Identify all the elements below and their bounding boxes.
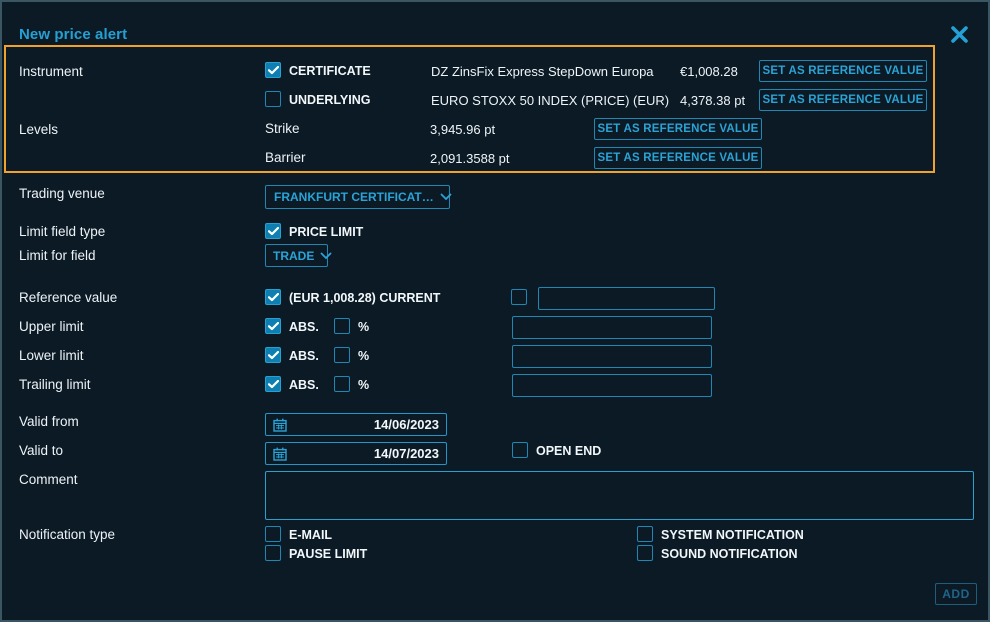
lower-limit-abs-label: ABS. bbox=[289, 349, 319, 363]
barrier-value: 2,091.3588 pt bbox=[430, 151, 510, 166]
new-price-alert-dialog: New price alert Instrument Levels CERTIF… bbox=[0, 0, 990, 622]
chevron-down-icon bbox=[320, 252, 332, 260]
strike-set-reference-button[interactable]: SET AS REFERENCE VALUE bbox=[594, 118, 762, 140]
add-button[interactable]: ADD bbox=[935, 583, 977, 605]
upper-limit-abs-checkbox[interactable] bbox=[265, 318, 281, 334]
reference-current-checkbox-label: (EUR 1,008.28) CURRENT bbox=[289, 291, 440, 305]
check-icon bbox=[268, 322, 279, 331]
upper-limit-pct-checkbox[interactable] bbox=[334, 318, 350, 334]
lower-limit-input[interactable] bbox=[512, 345, 712, 368]
check-icon bbox=[268, 227, 279, 236]
limit-for-field-label: Limit for field bbox=[19, 248, 96, 263]
reference-value-label: Reference value bbox=[19, 290, 117, 305]
trailing-limit-abs-checkbox[interactable] bbox=[265, 376, 281, 392]
barrier-label: Barrier bbox=[265, 150, 306, 165]
comment-label: Comment bbox=[19, 472, 78, 487]
trading-venue-label: Trading venue bbox=[19, 186, 105, 201]
upper-limit-pct-label: % bbox=[358, 320, 369, 334]
certificate-set-reference-button[interactable]: SET AS REFERENCE VALUE bbox=[759, 60, 927, 82]
valid-from-value: 14/06/2023 bbox=[374, 417, 439, 432]
barrier-set-reference-button[interactable]: SET AS REFERENCE VALUE bbox=[594, 147, 762, 169]
upper-limit-label: Upper limit bbox=[19, 319, 84, 334]
reference-current-checkbox[interactable] bbox=[265, 289, 281, 305]
underlying-checkbox[interactable] bbox=[265, 91, 281, 107]
pause-limit-checkbox[interactable] bbox=[265, 545, 281, 561]
open-end-checkbox-label: OPEN END bbox=[536, 444, 601, 458]
valid-to-value: 14/07/2023 bbox=[374, 446, 439, 461]
calendar-icon bbox=[273, 418, 287, 432]
open-end-checkbox[interactable] bbox=[512, 442, 528, 458]
chevron-down-icon bbox=[440, 193, 452, 201]
check-icon bbox=[268, 293, 279, 302]
trailing-limit-input[interactable] bbox=[512, 374, 712, 397]
page-title: New price alert bbox=[19, 26, 127, 43]
price-limit-checkbox-label: PRICE LIMIT bbox=[289, 225, 363, 239]
price-limit-checkbox[interactable] bbox=[265, 223, 281, 239]
notification-type-label: Notification type bbox=[19, 527, 115, 542]
levels-label: Levels bbox=[19, 122, 58, 137]
underlying-checkbox-label: UNDERLYING bbox=[289, 93, 371, 107]
certificate-checkbox-label: CERTIFICATE bbox=[289, 64, 371, 78]
system-notification-checkbox[interactable] bbox=[637, 526, 653, 542]
pause-limit-checkbox-label: PAUSE LIMIT bbox=[289, 547, 367, 561]
email-checkbox[interactable] bbox=[265, 526, 281, 542]
trading-venue-dropdown[interactable]: FRANKFURT CERTIFICAT… bbox=[265, 185, 450, 209]
calendar-icon bbox=[273, 447, 287, 461]
valid-to-label: Valid to bbox=[19, 443, 63, 458]
limit-for-field-selected: TRADE bbox=[273, 249, 314, 263]
certificate-checkbox[interactable] bbox=[265, 62, 281, 78]
instrument-label: Instrument bbox=[19, 64, 83, 79]
system-notification-checkbox-label: SYSTEM NOTIFICATION bbox=[661, 528, 804, 542]
underlying-set-reference-button[interactable]: SET AS REFERENCE VALUE bbox=[759, 89, 927, 111]
strike-label: Strike bbox=[265, 121, 300, 136]
trading-venue-selected: FRANKFURT CERTIFICAT… bbox=[274, 190, 434, 204]
close-icon[interactable] bbox=[949, 24, 970, 45]
valid-from-datefield[interactable]: 14/06/2023 bbox=[265, 413, 447, 436]
valid-to-datefield[interactable]: 14/07/2023 bbox=[265, 442, 447, 465]
limit-field-type-label: Limit field type bbox=[19, 224, 105, 239]
check-icon bbox=[268, 66, 279, 75]
sound-notification-checkbox[interactable] bbox=[637, 545, 653, 561]
trailing-limit-label: Trailing limit bbox=[19, 377, 91, 392]
valid-from-label: Valid from bbox=[19, 414, 79, 429]
email-checkbox-label: E-MAIL bbox=[289, 528, 332, 542]
underlying-price: 4,378.38 pt bbox=[680, 93, 745, 108]
trailing-limit-pct-checkbox[interactable] bbox=[334, 376, 350, 392]
certificate-price: €1,008.28 bbox=[680, 64, 738, 79]
lower-limit-abs-checkbox[interactable] bbox=[265, 347, 281, 363]
check-icon bbox=[268, 380, 279, 389]
reference-value-input[interactable] bbox=[538, 287, 715, 310]
underlying-name: EURO STOXX 50 INDEX (PRICE) (EUR) bbox=[431, 93, 669, 108]
reference-custom-checkbox[interactable] bbox=[511, 289, 527, 305]
limit-for-field-dropdown[interactable]: TRADE bbox=[265, 244, 328, 267]
upper-limit-input[interactable] bbox=[512, 316, 712, 339]
sound-notification-checkbox-label: SOUND NOTIFICATION bbox=[661, 547, 798, 561]
certificate-name: DZ ZinsFix Express StepDown Europa bbox=[431, 64, 654, 79]
strike-value: 3,945.96 pt bbox=[430, 122, 495, 137]
lower-limit-pct-label: % bbox=[358, 349, 369, 363]
lower-limit-pct-checkbox[interactable] bbox=[334, 347, 350, 363]
lower-limit-label: Lower limit bbox=[19, 348, 84, 363]
comment-textarea[interactable] bbox=[265, 471, 974, 520]
trailing-limit-pct-label: % bbox=[358, 378, 369, 392]
upper-limit-abs-label: ABS. bbox=[289, 320, 319, 334]
trailing-limit-abs-label: ABS. bbox=[289, 378, 319, 392]
check-icon bbox=[268, 351, 279, 360]
